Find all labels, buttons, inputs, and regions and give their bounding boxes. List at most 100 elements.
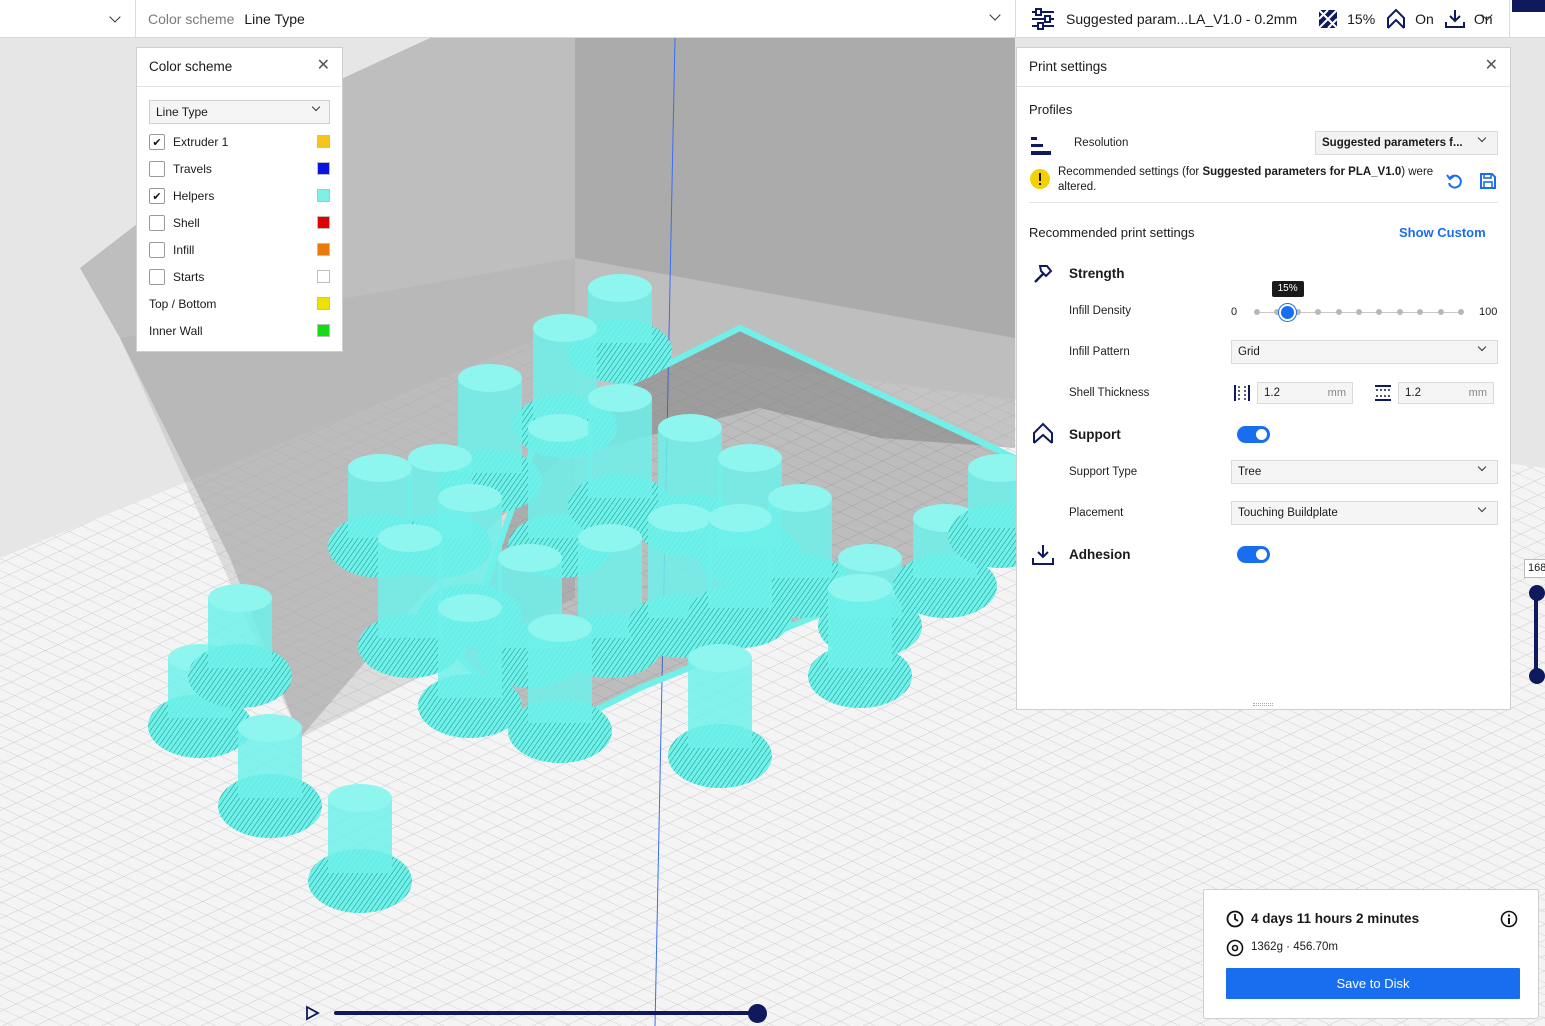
chevron-down-icon [1477,133,1487,143]
line-type-row[interactable]: Inner Wall [149,321,330,341]
line-type-row[interactable]: Starts [149,267,330,287]
line-type-row[interactable]: Travels [149,159,330,179]
view-selector[interactable] [0,0,136,38]
line-type-label: Starts [173,270,205,284]
reset-icon[interactable] [1445,171,1465,191]
model-top [658,414,722,442]
placement-dropdown[interactable]: Touching Buildplate [1231,501,1498,525]
wall-thickness-input[interactable]: 1.2 mm [1257,382,1353,404]
model-pillar [378,538,442,638]
clock-icon [1226,910,1244,928]
layer-number[interactable]: 168 [1524,559,1545,578]
model-top [828,574,892,602]
line-type-label: Travels [173,162,212,176]
infill-density-label: Infill Density [1069,305,1131,317]
save-to-disk-button[interactable]: Save to Disk [1226,968,1520,999]
top-toolbar: Color scheme Line Type Suggested param..… [0,0,1545,38]
color-scheme-selector[interactable]: Color scheme Line Type [136,0,1016,38]
altered-notice: Recommended settings (for Suggested para… [1058,165,1438,195]
chevron-down-icon [1477,462,1487,472]
line-type-row[interactable]: ✔ Helpers [149,186,330,206]
checkbox[interactable] [149,161,165,177]
color-scheme-panel: Color scheme ✕ Line Type ✔ Extruder 1 Trav… [136,47,343,352]
print-settings-selector[interactable]: Suggested param...LA_V1.0 - 0.2mm 15% On… [1016,0,1510,38]
line-type-label: Infill [173,243,195,257]
wall-thickness-icon [1234,385,1250,401]
support-type-dropdown[interactable]: Tree [1231,460,1498,484]
checkbox[interactable] [149,242,165,258]
adhesion-toggle[interactable] [1237,546,1270,563]
model-top [378,524,442,552]
profile-label: Suggested param...LA_V1.0 - 0.2mm [1066,11,1298,27]
infill-pattern-dropdown[interactable]: Grid [1231,340,1498,364]
infill-slider-handle[interactable] [1278,304,1296,321]
model-top [718,444,782,472]
model-top [578,524,642,552]
model-top [408,444,472,472]
model-top [528,614,592,642]
marketplace-button[interactable] [1512,0,1545,12]
model-top [438,484,502,512]
model-top [708,504,772,532]
warning-icon [1030,169,1050,189]
model-top [238,714,302,742]
save-icon[interactable] [1478,171,1498,191]
color-swatch [317,162,330,175]
color-scheme-label: Color scheme [148,11,235,27]
model-top [688,644,752,672]
close-icon[interactable]: ✕ [1485,58,1498,74]
color-swatch [317,243,330,256]
chevron-down-icon [311,102,321,112]
print-time: 4 days 11 hours 2 minutes [1251,911,1420,926]
notice-prefix: Recommended settings (for [1058,166,1203,178]
model-pillar [528,628,592,723]
line-type-row[interactable]: Top / Bottom [149,294,330,314]
line-type-row[interactable]: Shell [149,213,330,233]
resize-handle[interactable] [1253,703,1273,706]
layer-slider-top-handle[interactable] [1529,585,1545,601]
profiles-label: Profiles [1029,102,1073,117]
model-top [328,784,392,812]
model-top [768,484,832,512]
layer-slider-track[interactable] [1534,592,1538,678]
adhesion-icon [1444,10,1465,28]
top-bottom-thickness-input[interactable]: 1.2 mm [1398,382,1494,404]
play-icon[interactable] [304,1005,320,1021]
layer-slider-bottom-handle[interactable] [1529,668,1545,684]
material-usage: 1362g · 456.70m [1251,941,1338,953]
infill-icon [1318,9,1338,29]
support-icon [1033,422,1053,444]
checkbox[interactable]: ✔ [149,188,165,204]
resolution-dropdown[interactable]: Suggested parameters f... [1315,131,1498,155]
line-type-label: Extruder 1 [173,135,229,149]
wall-thickness-value: 1.2 [1264,387,1280,399]
support-value: On [1415,11,1434,27]
close-icon[interactable]: ✕ [317,58,330,74]
checkbox[interactable]: ✔ [149,134,165,150]
checkbox[interactable] [149,215,165,231]
support-toggle[interactable] [1237,426,1270,443]
checkbox[interactable] [149,269,165,285]
infill-max: 100 [1479,306,1498,318]
color-swatch [317,297,330,310]
line-type-row[interactable]: Infill [149,240,330,260]
layer-path-handle[interactable] [748,1004,767,1023]
layer-path-slider[interactable] [334,1011,758,1015]
show-custom-link[interactable]: Show Custom [1399,225,1486,240]
infill-min: 0 [1231,306,1238,318]
top-bottom-thickness-value: 1.2 [1405,387,1421,399]
model-top [458,364,522,392]
divider [1017,86,1510,87]
color-scheme-dropdown[interactable]: Line Type [149,100,330,124]
info-icon[interactable] [1500,910,1518,928]
model-top [348,454,412,482]
recommended-label: Recommended print settings [1029,225,1195,240]
line-type-row[interactable]: ✔ Extruder 1 [149,132,330,152]
color-swatch [317,189,330,202]
model-top [838,544,902,572]
notice-profile: Suggested parameters for PLA_V1.0 [1202,166,1402,178]
unit-label: mm [1468,387,1487,399]
model-top [588,384,652,412]
hammer-icon [1034,265,1053,283]
model-top [498,544,562,572]
